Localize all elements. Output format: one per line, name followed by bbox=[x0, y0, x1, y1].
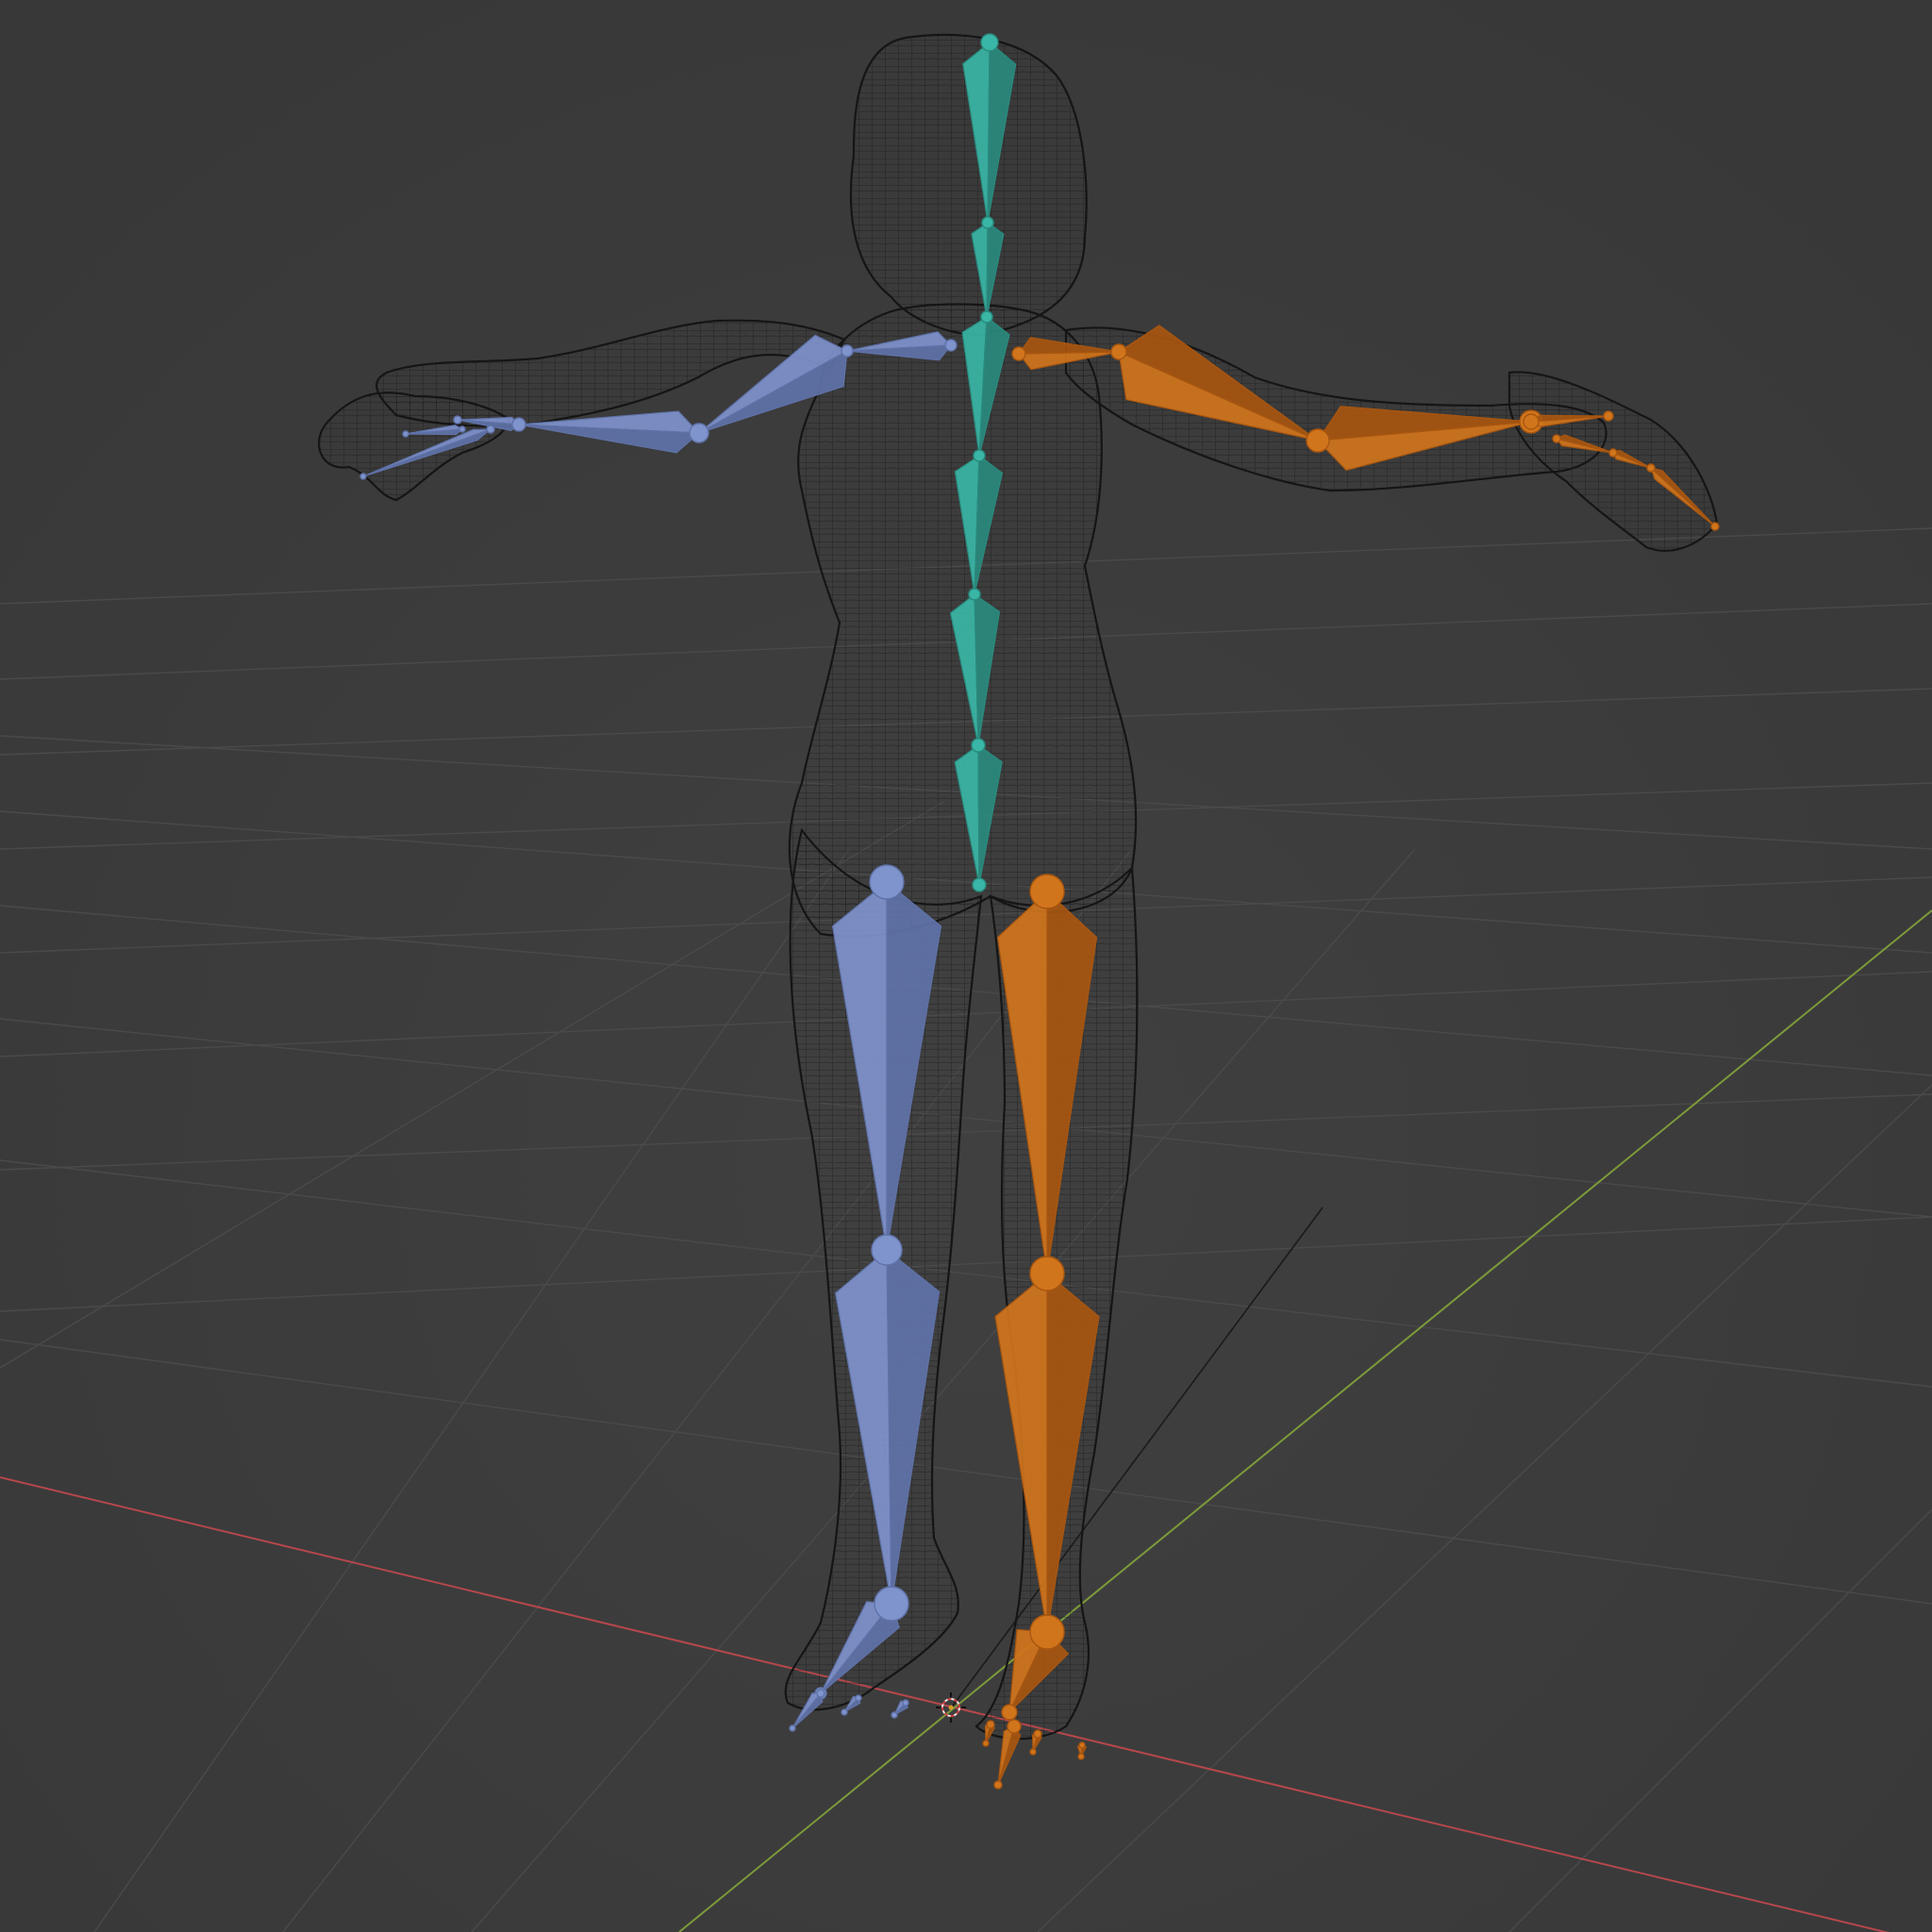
bone-head-joint[interactable] bbox=[981, 216, 994, 229]
bone-tail-joint[interactable] bbox=[1029, 1748, 1037, 1756]
bone-tail-joint[interactable] bbox=[453, 415, 462, 425]
bone-head-joint[interactable] bbox=[1029, 1256, 1065, 1291]
bone-head-joint[interactable] bbox=[902, 1699, 909, 1707]
bone-tail-joint[interactable] bbox=[972, 877, 987, 892]
bone-tail-joint[interactable] bbox=[993, 1780, 1003, 1790]
bone-tail-joint[interactable] bbox=[789, 1724, 796, 1732]
bone-head-joint[interactable] bbox=[1033, 1729, 1042, 1739]
bone-tail-joint[interactable] bbox=[359, 473, 367, 480]
bone-head-joint[interactable] bbox=[1523, 413, 1540, 430]
bone-head-joint[interactable] bbox=[1110, 343, 1127, 360]
bone-head-joint[interactable] bbox=[874, 1586, 909, 1622]
bone-tail-joint[interactable] bbox=[1077, 1753, 1085, 1760]
bone-head-joint[interactable] bbox=[869, 864, 905, 900]
bone-tail-joint[interactable] bbox=[891, 1711, 898, 1719]
bone-head-joint[interactable] bbox=[458, 425, 466, 433]
bone-head-joint[interactable] bbox=[1552, 434, 1561, 443]
bone-tail-joint[interactable] bbox=[1603, 410, 1614, 422]
bone-head-joint[interactable] bbox=[841, 344, 854, 358]
bone-head-joint[interactable] bbox=[944, 339, 958, 352]
bone-head-joint[interactable] bbox=[486, 425, 495, 434]
bone-tail-joint[interactable] bbox=[1710, 522, 1720, 531]
bone-tail-joint[interactable] bbox=[402, 430, 409, 438]
bone-head-joint[interactable] bbox=[968, 588, 981, 601]
bone-head-joint[interactable] bbox=[689, 423, 709, 443]
viewport-canvas[interactable] bbox=[0, 0, 1932, 1932]
bone-head-joint[interactable] bbox=[511, 417, 526, 432]
bone-head-joint[interactable] bbox=[980, 33, 999, 52]
bone-head-joint[interactable] bbox=[980, 310, 993, 324]
bone-head-joint[interactable] bbox=[816, 1689, 825, 1698]
bone-head-joint[interactable] bbox=[973, 449, 986, 462]
bone-head-joint[interactable] bbox=[871, 1234, 903, 1266]
bone-tail-joint[interactable] bbox=[1001, 1704, 1018, 1721]
bone-head-joint[interactable] bbox=[1011, 346, 1026, 361]
3d-viewport[interactable] bbox=[0, 0, 1932, 1932]
bone-head-joint[interactable] bbox=[986, 1720, 995, 1729]
bone-head-joint[interactable] bbox=[1078, 1741, 1086, 1749]
bone-head-joint[interactable] bbox=[1029, 874, 1065, 909]
bone-head-joint[interactable] bbox=[1306, 428, 1330, 453]
bone-tail-joint[interactable] bbox=[841, 1708, 848, 1716]
bone-head-joint[interactable] bbox=[1646, 463, 1656, 473]
bone-head-joint[interactable] bbox=[1007, 1719, 1022, 1734]
bone-head-joint[interactable] bbox=[971, 738, 986, 753]
bone-head-joint[interactable] bbox=[1608, 448, 1618, 458]
bone-tail-joint[interactable] bbox=[982, 1740, 990, 1747]
bone-head-joint[interactable] bbox=[1029, 1614, 1065, 1650]
bone-head-joint[interactable] bbox=[855, 1694, 862, 1702]
